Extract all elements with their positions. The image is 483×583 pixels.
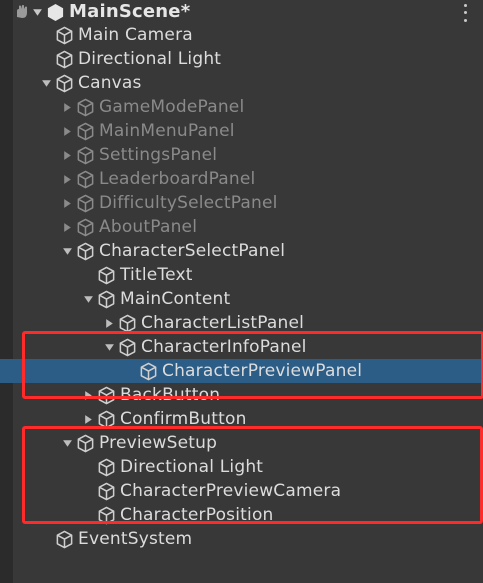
unity-scene-icon (45, 2, 65, 22)
hierarchy-row-label: MainMenuPanel (99, 121, 235, 141)
cube-icon (96, 457, 116, 477)
cube-icon (75, 145, 95, 165)
hierarchy-row[interactable]: LeaderboardPanel (13, 167, 483, 191)
hierarchy-row-label: AboutPanel (99, 217, 198, 237)
cube-icon (54, 529, 74, 549)
expand-arrow-right-icon[interactable] (59, 191, 75, 215)
hierarchy-row-label: Directional Light (120, 457, 264, 477)
cube-icon (117, 313, 137, 333)
expand-arrow-down-icon[interactable] (80, 287, 96, 311)
hierarchy-row[interactable]: MainMenuPanel (13, 119, 483, 143)
cube-icon (75, 97, 95, 117)
scene-title: MainScene* (69, 1, 191, 22)
hierarchy-row-label: EventSystem (78, 529, 193, 549)
hierarchy-row[interactable]: AboutPanel (13, 215, 483, 239)
kebab-menu-icon[interactable] (457, 2, 473, 24)
hierarchy-row[interactable]: CharacterPreviewPanel (0, 359, 483, 383)
hierarchy-row-label: PreviewSetup (99, 433, 218, 453)
hierarchy-row[interactable]: Main Camera (13, 23, 483, 47)
hierarchy-row-label: GameModePanel (99, 97, 245, 117)
hierarchy-row[interactable]: BackButton (13, 383, 483, 407)
hierarchy-row[interactable]: Directional Light (13, 47, 483, 71)
hierarchy-row[interactable]: Directional Light (13, 455, 483, 479)
expand-arrow-right-icon[interactable] (101, 311, 117, 335)
expand-arrow-down-icon[interactable] (59, 431, 75, 455)
expand-arrow-down-icon[interactable] (38, 71, 54, 95)
expand-arrow-right-icon[interactable] (59, 95, 75, 119)
hierarchy-row-label: CharacterInfoPanel (141, 337, 307, 357)
cube-icon (75, 169, 95, 189)
hierarchy-row-label: TitleText (120, 265, 193, 285)
expand-arrow-down-icon[interactable] (59, 239, 75, 263)
cube-icon (96, 289, 116, 309)
hierarchy-row[interactable]: EventSystem (13, 527, 483, 551)
cube-icon (75, 241, 95, 261)
cube-icon (96, 385, 116, 405)
hierarchy-panel: MainScene* Main Camera Directional Light C… (0, 0, 483, 583)
hierarchy-row-label: Main Camera (78, 25, 193, 45)
hierarchy-row-label: SettingsPanel (99, 145, 218, 165)
hierarchy-row-label: DifficultySelectPanel (99, 193, 278, 213)
expand-arrow-down-icon[interactable] (101, 335, 117, 359)
cube-icon (75, 121, 95, 141)
cube-icon (138, 361, 158, 381)
scene-header-row[interactable]: MainScene* (13, 0, 483, 24)
hierarchy-row[interactable]: Canvas (13, 71, 483, 95)
cube-icon (96, 409, 116, 429)
hierarchy-row-label: CharacterPreviewPanel (162, 361, 363, 381)
hierarchy-row[interactable]: MainContent (13, 287, 483, 311)
hierarchy-row[interactable]: CharacterPreviewCamera (13, 479, 483, 503)
cube-icon (75, 193, 95, 213)
cube-icon (54, 49, 74, 69)
hierarchy-row-label: Directional Light (78, 49, 222, 69)
cube-icon (96, 505, 116, 525)
cube-icon (54, 25, 74, 45)
cube-icon (117, 337, 137, 357)
cube-icon (75, 433, 95, 453)
expand-arrow-right-icon[interactable] (80, 383, 96, 407)
cube-icon (54, 73, 74, 93)
hierarchy-row[interactable]: GameModePanel (13, 95, 483, 119)
hierarchy-row[interactable]: CharacterListPanel (13, 311, 483, 335)
hierarchy-row-label: CharacterSelectPanel (99, 241, 286, 261)
hierarchy-row[interactable]: PreviewSetup (13, 431, 483, 455)
expand-arrow-right-icon[interactable] (59, 215, 75, 239)
hierarchy-row-label: CharacterListPanel (141, 313, 305, 333)
chevron-down-icon[interactable] (29, 0, 45, 24)
hierarchy-row-label: LeaderboardPanel (99, 169, 256, 189)
hierarchy-row[interactable]: SettingsPanel (13, 143, 483, 167)
cube-icon (96, 481, 116, 501)
hierarchy-row-label: MainContent (120, 289, 231, 309)
hierarchy-row[interactable]: DifficultySelectPanel (13, 191, 483, 215)
hierarchy-row[interactable]: CharacterSelectPanel (13, 239, 483, 263)
hierarchy-row-label: CharacterPreviewCamera (120, 481, 342, 501)
hierarchy-row[interactable]: ConfirmButton (13, 407, 483, 431)
hierarchy-gutter (0, 0, 13, 583)
expand-arrow-right-icon[interactable] (59, 143, 75, 167)
expand-arrow-right-icon[interactable] (59, 167, 75, 191)
expand-arrow-right-icon[interactable] (59, 119, 75, 143)
cube-icon (75, 217, 95, 237)
expand-arrow-right-icon[interactable] (80, 407, 96, 431)
hierarchy-row[interactable]: CharacterPosition (13, 503, 483, 527)
hierarchy-row[interactable]: CharacterInfoPanel (13, 335, 483, 359)
hierarchy-row-label: ConfirmButton (120, 409, 247, 429)
hierarchy-row-label: CharacterPosition (120, 505, 274, 525)
cube-icon (96, 265, 116, 285)
hierarchy-row-label: Canvas (78, 73, 142, 93)
hierarchy-row-label: BackButton (120, 385, 221, 405)
hierarchy-row[interactable]: TitleText (13, 263, 483, 287)
